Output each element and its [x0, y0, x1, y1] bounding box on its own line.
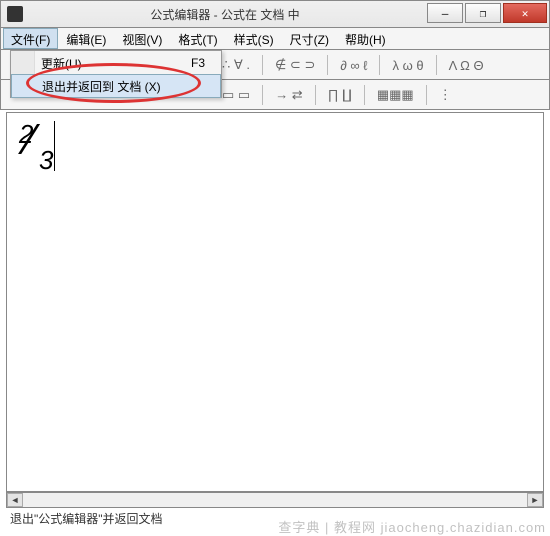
- scroll-left-button[interactable]: ◄: [7, 493, 23, 507]
- toolbar2-visible-right: ▭ ▭ → ⇄ ∏ ∐ ▦▦▦ ⋮: [222, 85, 542, 105]
- symbol-group-set[interactable]: ∉ ⊂ ⊃: [275, 57, 315, 73]
- menu-item-label: 退出并返回到 文档 (X): [42, 78, 161, 95]
- template-group-more[interactable]: ⋮: [439, 87, 452, 103]
- template-group-boxes[interactable]: ▭ ▭: [222, 87, 250, 103]
- file-dropdown: 更新(U) F3 退出并返回到 文档 (X): [10, 50, 222, 98]
- app-icon: [7, 6, 23, 22]
- menu-item-shortcut: F3: [191, 56, 205, 70]
- symbol-group-greek-upper[interactable]: Λ Ω Θ: [449, 58, 484, 73]
- close-button[interactable]: ✕: [503, 3, 547, 23]
- titlebar: 公式编辑器 - 公式在 文档 中 — ❐ ✕: [0, 0, 550, 28]
- symbol-group-logic[interactable]: ∴ ∀ .: [222, 57, 250, 73]
- menu-size[interactable]: 尺寸(Z): [282, 28, 337, 49]
- menu-item-exit-return[interactable]: 退出并返回到 文档 (X): [11, 74, 221, 98]
- scroll-right-button[interactable]: ►: [527, 493, 543, 507]
- window-controls: — ❐ ✕: [427, 1, 549, 27]
- menu-style[interactable]: 样式(S): [226, 28, 282, 49]
- toolbar-visible-right: ∴ ∀ . ∉ ⊂ ⊃ ∂ ∞ ℓ λ ω θ Λ Ω Θ: [222, 55, 542, 75]
- menu-item-label: 更新(U): [41, 55, 82, 72]
- menu-format[interactable]: 格式(T): [170, 28, 225, 49]
- watermark: 查字典 | 教程网 jiaocheng.chazidian.com: [278, 517, 546, 536]
- fraction-slash: ⁄: [27, 115, 34, 165]
- menu-edit[interactable]: 编辑(E): [58, 28, 114, 49]
- text-cursor: [54, 121, 55, 171]
- maximize-button[interactable]: ❐: [465, 3, 501, 23]
- window-title: 公式编辑器 - 公式在 文档 中: [23, 6, 427, 23]
- menu-file[interactable]: 文件(F): [3, 28, 58, 49]
- fraction-expression: 2 ⁄ 3: [19, 119, 33, 150]
- editor-canvas[interactable]: 2 ⁄ 3: [6, 112, 544, 492]
- template-group-arrows[interactable]: → ⇄: [275, 87, 303, 103]
- menu-item-update[interactable]: 更新(U) F3: [11, 51, 221, 75]
- menu-view[interactable]: 视图(V): [114, 28, 170, 49]
- symbol-group-greek-lower[interactable]: λ ω θ: [392, 58, 423, 73]
- template-group-matrix[interactable]: ▦▦▦: [377, 87, 414, 103]
- menu-help[interactable]: 帮助(H): [337, 28, 394, 49]
- menubar: 文件(F) 编辑(E) 视图(V) 格式(T) 样式(S) 尺寸(Z) 帮助(H…: [0, 28, 550, 50]
- symbol-group-misc[interactable]: ∂ ∞ ℓ: [340, 58, 367, 73]
- status-text: 退出"公式编辑器"并返回文档: [10, 512, 163, 526]
- horizontal-scrollbar[interactable]: ◄ ►: [6, 492, 544, 508]
- minimize-button[interactable]: —: [427, 3, 463, 23]
- template-group-products[interactable]: ∏ ∐: [328, 87, 352, 103]
- fraction-denominator: 3: [39, 145, 53, 176]
- scroll-track[interactable]: [23, 493, 527, 507]
